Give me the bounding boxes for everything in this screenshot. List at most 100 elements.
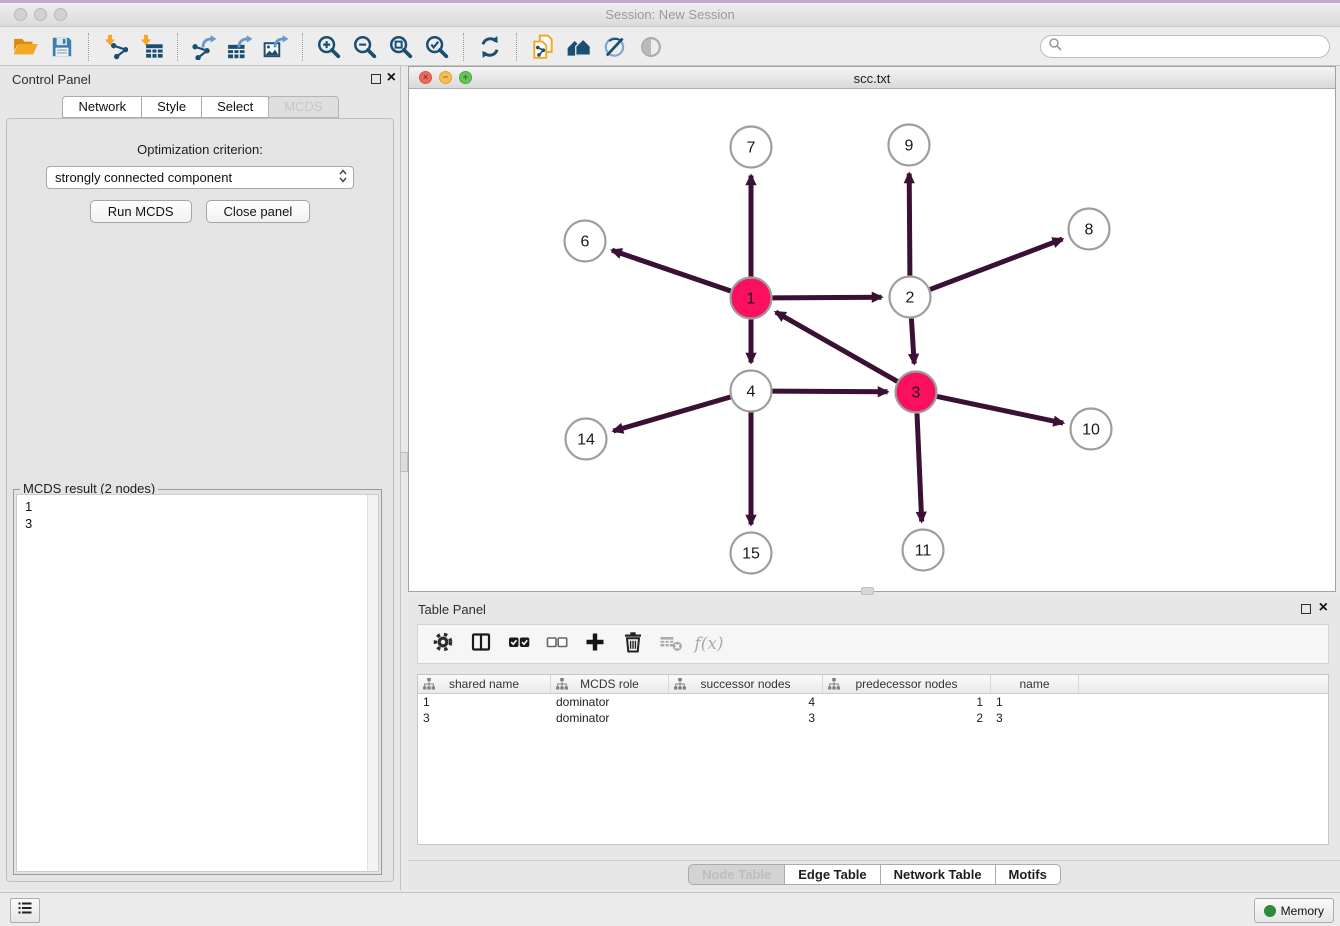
table-cell: 3 [991,710,1079,726]
graph-node-4[interactable]: 4 [731,371,772,412]
graph-node-6[interactable]: 6 [565,221,606,262]
show-columns-button[interactable] [468,630,494,658]
task-history-button[interactable] [10,898,40,923]
export-table-icon [227,34,253,60]
open-file-button[interactable] [8,31,44,63]
column-header-name[interactable]: name [991,675,1079,693]
svg-text:10: 10 [1082,422,1100,439]
column-header-filler [1079,675,1328,693]
graph-edge-3-1[interactable] [776,312,898,381]
delete-table-button [658,630,684,658]
close-panel-icon[interactable]: × [387,69,396,87]
column-header-predecessor-nodes[interactable]: predecessor nodes [823,675,991,693]
graph-edge-1-2[interactable] [773,297,882,298]
graph-node-9[interactable]: 9 [889,125,930,166]
save-session-button[interactable] [44,31,80,63]
table-row[interactable]: 1dominator411 [418,694,1328,710]
tab-network[interactable]: Network [62,96,142,118]
run-mcds-button[interactable]: Run MCDS [90,200,192,223]
graph-node-7[interactable]: 7 [731,127,772,168]
horizontal-splitter-handle[interactable] [861,587,874,595]
mcds-result-item[interactable]: 3 [17,515,378,532]
network-view-title: scc.txt [409,71,1335,86]
toolbar-separator [463,33,464,61]
table-settings-button[interactable] [430,630,456,658]
graph-edge-3-11[interactable] [917,414,922,522]
zoom-out-button[interactable] [347,31,383,63]
mcds-result-item[interactable]: 1 [17,495,378,515]
uncheck-all-icon [545,630,569,659]
table-cell: 3 [669,710,823,726]
refresh-layout-button[interactable] [472,31,508,63]
import-table-button[interactable] [133,31,169,63]
tab-select[interactable]: Select [201,96,269,118]
result-scrollbar[interactable] [367,495,378,871]
criterion-select[interactable]: strongly connected component [46,166,354,189]
refresh-icon [477,34,503,60]
column-header-shared-name[interactable]: shared name [418,675,551,693]
zoom-in-button[interactable] [311,31,347,63]
graph-edge-4-3[interactable] [773,391,888,392]
table-row[interactable]: 3dominator323 [418,710,1328,726]
graph-edge-2-3[interactable] [911,319,914,364]
export-image-button[interactable] [258,31,294,63]
search-input[interactable] [1062,38,1329,56]
tab-style[interactable]: Style [141,96,202,118]
tab-network-table[interactable]: Network Table [880,864,996,885]
close-table-panel-icon[interactable]: × [1319,599,1328,617]
memory-button[interactable]: Memory [1254,898,1334,923]
float-table-panel-icon[interactable] [1301,604,1311,614]
list-icon [16,899,34,922]
homes-icon [566,34,592,60]
float-panel-icon[interactable] [371,74,381,84]
toolbar-separator [88,33,89,61]
column-header-mcds-role[interactable]: MCDS role [551,675,669,693]
delete-columns-button[interactable] [620,630,646,658]
svg-text:7: 7 [747,140,756,157]
eye-button [633,31,669,63]
home-networks-button[interactable] [561,31,597,63]
tab-node-table[interactable]: Node Table [688,864,785,885]
graph-edge-2-9[interactable] [909,174,910,276]
tab-mcds[interactable]: MCDS [268,96,338,118]
graph-node-2[interactable]: 2 [890,277,931,318]
graph-edge-2-8[interactable] [930,239,1062,289]
graph-node-11[interactable]: 11 [903,530,944,571]
graph-edge-1-6[interactable] [612,250,731,291]
graph-node-15[interactable]: 15 [731,533,772,574]
clone-network-button[interactable] [525,31,561,63]
optimization-criterion-label: Optimization criterion: [7,142,393,157]
select-all-columns-button[interactable] [506,630,532,658]
graph-edge-4-14[interactable] [613,397,730,431]
table-cell: 1 [418,694,551,710]
style-button[interactable] [597,31,633,63]
style-icon [602,34,628,60]
tab-edge-table[interactable]: Edge Table [784,864,880,885]
graph-node-1[interactable]: 1 [731,278,772,319]
graph-node-10[interactable]: 10 [1071,409,1112,450]
svg-text:9: 9 [905,138,914,155]
graph-edge-3-10[interactable] [937,396,1063,423]
close-panel-button[interactable]: Close panel [206,200,311,223]
column-label: name [1019,677,1049,691]
graph-node-14[interactable]: 14 [566,419,607,460]
tree-icon [555,677,569,694]
unselect-all-columns-button[interactable] [544,630,570,658]
graph-canvas[interactable]: 7 9 6 8 1 2 4 3 14 10 15 11 [409,89,1335,591]
table-cell: 1 [991,694,1079,710]
vertical-splitter-handle[interactable] [400,452,408,472]
graph-node-3[interactable]: 3 [896,372,937,413]
svg-text:4: 4 [747,384,756,401]
tab-motifs[interactable]: Motifs [995,864,1061,885]
svg-text:14: 14 [577,432,595,449]
export-table-button[interactable] [222,31,258,63]
search-box[interactable] [1040,35,1330,58]
create-column-button[interactable] [582,630,608,658]
zoom-fit-button[interactable] [383,31,419,63]
import-network-button[interactable] [97,31,133,63]
graph-node-8[interactable]: 8 [1069,209,1110,250]
zoom-selected-button[interactable] [419,31,455,63]
column-header-successor-nodes[interactable]: successor nodes [669,675,823,693]
svg-text:8: 8 [1085,222,1094,239]
export-network-button[interactable] [186,31,222,63]
